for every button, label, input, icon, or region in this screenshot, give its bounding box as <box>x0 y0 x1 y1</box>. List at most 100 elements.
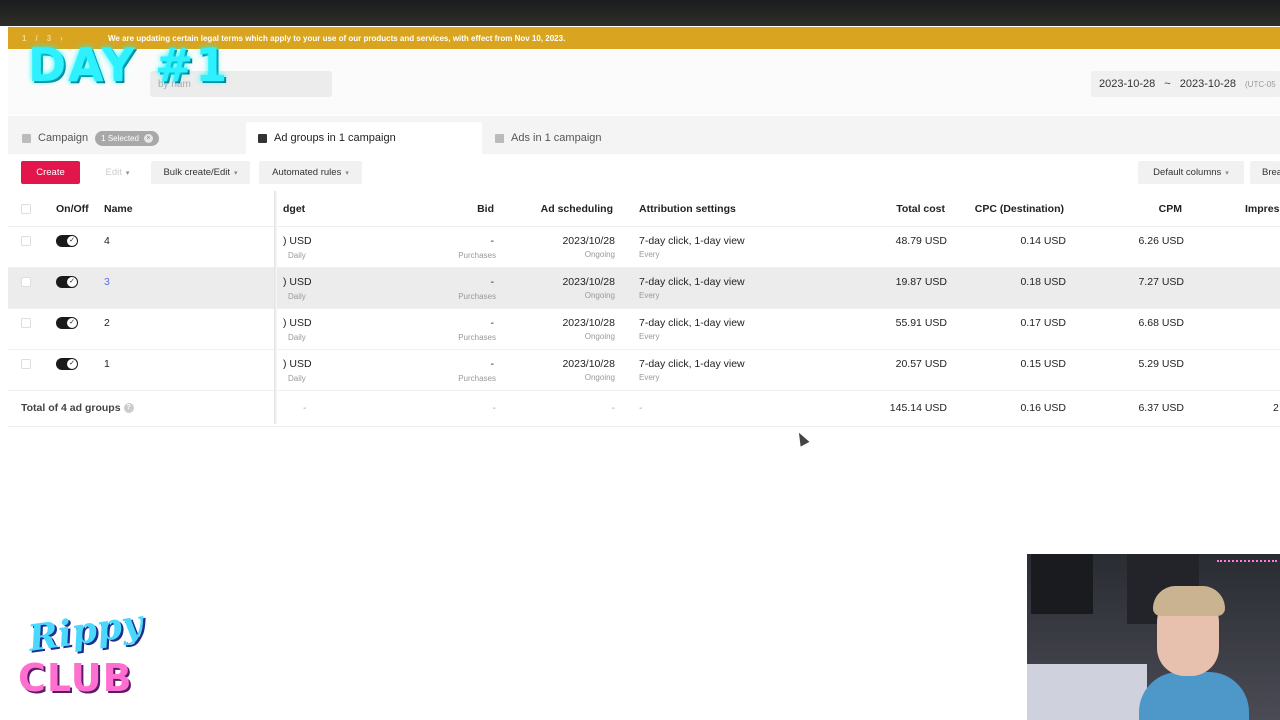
logo-top-text: Rippy <box>25 602 146 660</box>
col-ad-scheduling[interactable]: Ad scheduling <box>508 203 613 215</box>
tab-campaign-label: Campaign <box>38 132 89 144</box>
date-start: 2023-10-28 <box>1099 78 1156 90</box>
total-schedule: - <box>611 402 616 414</box>
row-budget: ) USD <box>283 317 312 329</box>
table-total-row: Total of 4 ad groups? - - - - 145.14 USD… <box>8 391 1280 427</box>
row-schedule-date: 2023/10/28 <box>562 235 615 247</box>
row-name[interactable]: 1 <box>104 358 110 370</box>
row-cpc: 0.14 USD <box>1020 235 1066 247</box>
webcam-bed <box>1027 664 1147 720</box>
row-attribution: 7-day click, 1-day view <box>639 276 745 288</box>
col-impressions[interactable]: Impress <box>1245 203 1280 215</box>
chevron-down-icon: ▾ <box>125 169 130 177</box>
mouse-cursor-icon <box>794 430 810 447</box>
logo-bottom-text: CLUB <box>18 656 133 700</box>
select-all-checkbox[interactable] <box>21 204 31 214</box>
automated-rules-label: Automated rules <box>272 167 342 178</box>
breakdown-label: Brea <box>1262 167 1280 178</box>
col-cpc[interactable]: CPC (Destination) <box>958 203 1064 215</box>
bulk-edit-button[interactable]: Bulk create/Edit ▾ <box>151 161 250 184</box>
row-schedule-status: Ongoing <box>584 250 615 259</box>
check-icon: ✓ <box>67 318 77 328</box>
row-cpc: 0.18 USD <box>1020 276 1066 288</box>
row-bid: - <box>490 235 495 247</box>
col-attribution[interactable]: Attribution settings <box>639 203 736 215</box>
row-cpm: 6.68 USD <box>1138 317 1184 329</box>
tab-ads[interactable]: Ads in 1 campaign <box>483 122 719 154</box>
row-schedule-status: Ongoing <box>584 373 615 382</box>
default-columns-label: Default columns <box>1153 167 1222 178</box>
selected-chip[interactable]: 1 Selected × <box>95 130 159 146</box>
row-name[interactable]: 2 <box>104 317 110 329</box>
chevron-down-icon: ▾ <box>345 169 349 177</box>
col-name[interactable]: Name <box>104 203 133 215</box>
webcam-person-shirt <box>1139 672 1249 720</box>
total-cost: 145.14 USD <box>889 402 947 414</box>
bulk-edit-label: Bulk create/Edit <box>163 167 231 178</box>
webcam-string-lights <box>1217 560 1277 590</box>
breakdown-button[interactable]: Brea <box>1250 161 1280 184</box>
edit-button[interactable]: Edit ▾ <box>91 161 144 184</box>
table-row[interactable]: ✓ 4 ) USD Daily - Purchases 2023/10/28 O… <box>8 227 1280 268</box>
check-icon: ✓ <box>67 359 77 369</box>
row-total-cost: 55.91 USD <box>895 317 947 329</box>
row-bid-goal: Purchases <box>458 292 496 301</box>
video-top-strip <box>0 0 1280 26</box>
row-budget: ) USD <box>283 358 312 370</box>
row-budget-type: Daily <box>288 333 306 342</box>
tab-campaign[interactable]: Campaign 1 Selected × <box>10 122 246 154</box>
row-schedule-status: Ongoing <box>584 332 615 341</box>
row-bid: - <box>490 317 495 329</box>
toolbar: Create Edit ▾ Bulk create/Edit ▾ Automat… <box>8 155 1280 191</box>
row-budget-type: Daily <box>288 374 306 383</box>
row-checkbox[interactable] <box>21 318 31 328</box>
date-separator: ~ <box>1164 78 1171 90</box>
table-header: On/Off Name dget Bid Ad scheduling Attri… <box>8 191 1280 227</box>
row-name[interactable]: 4 <box>104 235 110 247</box>
folder-icon <box>22 133 31 143</box>
row-attribution-sub: Every <box>639 291 660 300</box>
col-onoff[interactable]: On/Off <box>56 203 89 215</box>
automated-rules-button[interactable]: Automated rules ▾ <box>259 161 362 184</box>
row-total-cost: 48.79 USD <box>895 235 947 247</box>
row-checkbox[interactable] <box>21 236 31 246</box>
status-toggle[interactable]: ✓ <box>56 317 78 329</box>
total-impressions: 2 <box>1273 402 1279 414</box>
row-name-link[interactable]: 3 <box>104 276 110 288</box>
col-total-cost[interactable]: Total cost <box>848 203 945 215</box>
row-attribution-sub: Every <box>639 373 660 382</box>
row-schedule-date: 2023/10/28 <box>562 276 615 288</box>
total-label: Total of 4 ad groups? <box>21 402 134 414</box>
status-toggle[interactable]: ✓ <box>56 235 78 247</box>
status-toggle[interactable]: ✓ <box>56 276 78 288</box>
close-icon[interactable]: × <box>143 133 153 143</box>
help-icon[interactable]: ? <box>123 403 134 414</box>
chevron-down-icon: ▾ <box>1225 169 1229 177</box>
create-button[interactable]: Create <box>21 161 80 184</box>
row-checkbox[interactable] <box>21 359 31 369</box>
webcam-person-hair <box>1153 586 1225 616</box>
row-bid: - <box>490 358 495 370</box>
edit-button-label: Edit <box>105 167 122 178</box>
row-cpm: 5.29 USD <box>1138 358 1184 370</box>
table-row[interactable]: ✓ 1 ) USD Daily - Purchases 2023/10/28 O… <box>8 350 1280 391</box>
col-cpm[interactable]: CPM <box>1088 203 1182 215</box>
ad-groups-table: On/Off Name dget Bid Ad scheduling Attri… <box>8 191 1280 427</box>
total-cpc: 0.16 USD <box>1020 402 1066 414</box>
row-bid: - <box>490 276 495 288</box>
row-cpc: 0.17 USD <box>1020 317 1066 329</box>
rippy-club-logo: Rippy CLUB <box>18 602 158 710</box>
status-toggle[interactable]: ✓ <box>56 358 78 370</box>
date-range-picker[interactable]: 2023-10-28 ~ 2023-10-28 (UTC-05 <box>1091 71 1280 97</box>
col-budget[interactable]: dget <box>283 203 305 215</box>
row-checkbox[interactable] <box>21 277 31 287</box>
row-cpc: 0.15 USD <box>1020 358 1066 370</box>
table-row[interactable]: ✓ 2 ) USD Daily - Purchases 2023/10/28 O… <box>8 309 1280 350</box>
total-attribution: - <box>639 402 643 414</box>
table-row[interactable]: ✓ 3 ) USD Daily - Purchases 2023/10/28 O… <box>8 268 1280 309</box>
col-bid[interactable]: Bid <box>408 203 494 215</box>
default-columns-button[interactable]: Default columns ▾ <box>1138 161 1244 184</box>
day-overlay-title: DAY #1 <box>28 38 230 92</box>
tab-ad-groups[interactable]: Ad groups in 1 campaign <box>246 122 482 154</box>
frozen-column-divider <box>274 191 277 424</box>
